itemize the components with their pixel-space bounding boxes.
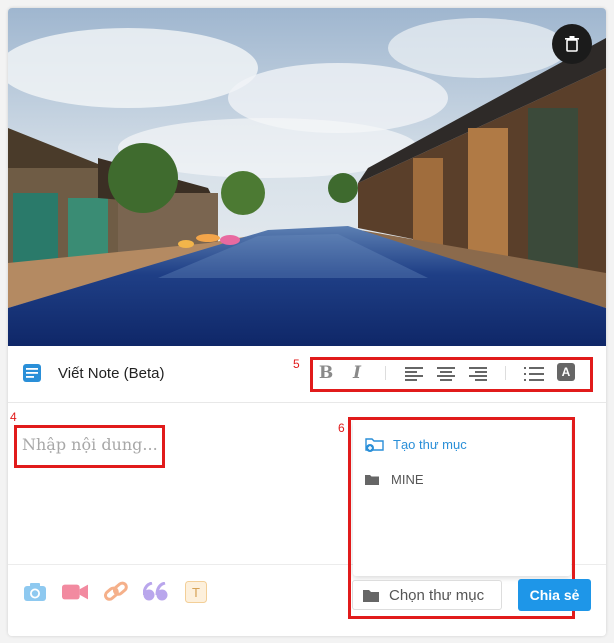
content-editor[interactable]: Nhập nội dung...	[22, 435, 158, 454]
link-button[interactable]	[103, 580, 129, 604]
share-button[interactable]: Chia sẻ	[518, 579, 591, 611]
svg-text:T: T	[192, 585, 200, 600]
text-style-button[interactable]: T	[183, 580, 209, 604]
annotation-marker-editor: 4	[10, 410, 17, 424]
list-icon	[524, 367, 544, 381]
align-right-button[interactable]	[468, 364, 488, 384]
trash-icon	[565, 36, 579, 52]
italic-button[interactable]: I	[349, 363, 365, 383]
camera-button[interactable]	[22, 580, 48, 604]
align-left-button[interactable]	[404, 364, 424, 384]
quote-icon	[143, 582, 168, 601]
video-button[interactable]	[62, 580, 88, 604]
toolbar-divider	[505, 366, 506, 380]
select-folder-button[interactable]: Chọn thư mục	[352, 580, 502, 610]
note-title: Viết Note (Beta)	[58, 365, 165, 382]
annotation-marker-folder: 6	[338, 421, 345, 435]
note-icon	[23, 364, 41, 382]
video-icon	[62, 584, 88, 600]
bold-button[interactable]: B	[317, 363, 335, 383]
text-icon: T	[185, 581, 207, 603]
align-right-icon	[469, 367, 487, 381]
quote-button[interactable]	[143, 580, 169, 604]
select-folder-label: Chọn thư mục	[389, 586, 485, 604]
align-left-icon	[405, 367, 423, 381]
toolbar-divider	[385, 366, 386, 380]
align-center-icon	[437, 367, 455, 381]
cover-image	[8, 8, 606, 346]
annotation-marker-toolbar: 5	[293, 357, 300, 371]
link-icon	[104, 581, 128, 601]
folder-icon	[363, 589, 379, 602]
highlight-button[interactable]: A	[557, 363, 575, 381]
align-center-button[interactable]	[436, 364, 456, 384]
bullet-list-button[interactable]	[523, 364, 545, 384]
delete-cover-button[interactable]	[552, 24, 592, 64]
camera-icon	[24, 583, 46, 601]
